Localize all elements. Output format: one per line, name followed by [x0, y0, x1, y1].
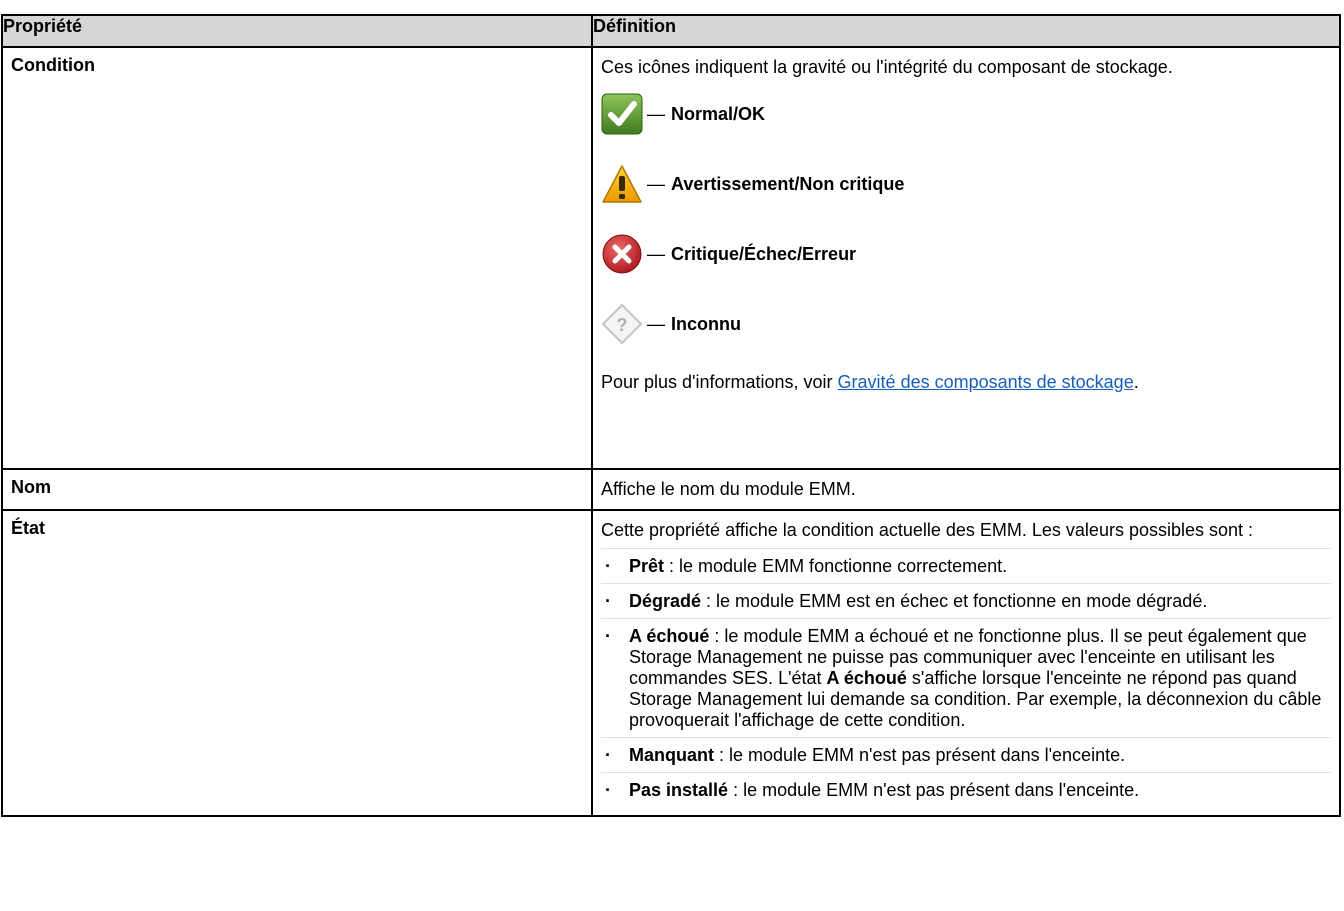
- list-item: · Manquant : le module EMM n'est pas pré…: [601, 737, 1331, 772]
- severity-link[interactable]: Gravité des composants de stockage: [838, 372, 1134, 392]
- state-text: : le module EMM fonctionne correctement.: [664, 556, 1008, 576]
- list-item: · A échoué : le module EMM a échoué et n…: [601, 618, 1331, 737]
- svg-text:?: ?: [617, 315, 628, 335]
- error-icon: [602, 234, 642, 274]
- table-row: Nom Affiche le nom du module EMM.: [1, 468, 1341, 511]
- legend-label-unknown: Inconnu: [671, 313, 741, 334]
- list-item: · Prêt : le module EMM fonctionne correc…: [601, 548, 1331, 583]
- legend-dash: —: [647, 313, 665, 334]
- definition-etat: Cette propriété affiche la condition act…: [591, 509, 1341, 817]
- state-list: · Prêt : le module EMM fonctionne correc…: [601, 548, 1331, 807]
- list-item: · Dégradé : le module EMM est en échec e…: [601, 583, 1331, 618]
- condition-intro: Ces icônes indiquent la gravité ou l'int…: [601, 57, 1173, 77]
- legend-dash: —: [647, 173, 665, 194]
- legend-dash: —: [647, 243, 665, 264]
- table-row: Condition Ces icônes indiquent la gravit…: [1, 46, 1341, 470]
- list-item: · Pas installé : le module EMM n'est pas…: [601, 772, 1331, 807]
- property-name-condition: Condition: [1, 46, 593, 470]
- header-definition: Définition: [591, 14, 1341, 48]
- note-suffix: .: [1133, 372, 1139, 392]
- state-intro: Cette propriété affiche la condition act…: [601, 520, 1254, 540]
- legend-item-critical: — Critique/Échec/Erreur: [601, 231, 1331, 277]
- warning-icon: [602, 165, 642, 203]
- legend-label-critical: Critique/Échec/Erreur: [671, 243, 857, 264]
- definition-nom: Affiche le nom du module EMM.: [591, 468, 1341, 511]
- legend-dash: —: [647, 103, 665, 124]
- state-term: Dégradé: [629, 591, 702, 611]
- unknown-icon: ?: [602, 304, 642, 344]
- table-row: État Cette propriété affiche la conditio…: [1, 509, 1341, 817]
- state-text: : le module EMM est en échec et fonction…: [701, 591, 1208, 611]
- legend-label-warning: Avertissement/Non critique: [671, 173, 905, 194]
- note-prefix: Pour plus d'informations, voir: [601, 372, 838, 392]
- legend-label-normal: Normal/OK: [671, 103, 766, 124]
- property-name-etat: État: [1, 509, 593, 817]
- state-term: Manquant: [629, 745, 714, 765]
- header-property: Propriété: [1, 14, 593, 48]
- state-text: : le module EMM n'est pas présent dans l…: [714, 745, 1126, 765]
- legend-item-unknown: ? — Inconnu: [601, 301, 1331, 347]
- state-term: Pas installé: [629, 780, 729, 800]
- definition-condition: Ces icônes indiquent la gravité ou l'int…: [591, 46, 1341, 470]
- state-text: : le module EMM n'est pas présent dans l…: [728, 780, 1140, 800]
- state-term-inline: A échoué: [826, 668, 907, 688]
- legend-item-normal: — Normal/OK: [601, 91, 1331, 137]
- state-term: Prêt: [629, 556, 665, 576]
- table-header-row: Propriété Définition: [1, 14, 1341, 48]
- state-term: A échoué: [629, 626, 710, 646]
- property-name-nom: Nom: [1, 468, 593, 511]
- condition-note: Pour plus d'informations, voir Gravité d…: [601, 371, 1331, 394]
- check-icon: [601, 93, 643, 135]
- legend-item-warning: — Avertissement/Non critique: [601, 161, 1331, 207]
- properties-table: Propriété Définition Condition Ces icône…: [1, 14, 1341, 817]
